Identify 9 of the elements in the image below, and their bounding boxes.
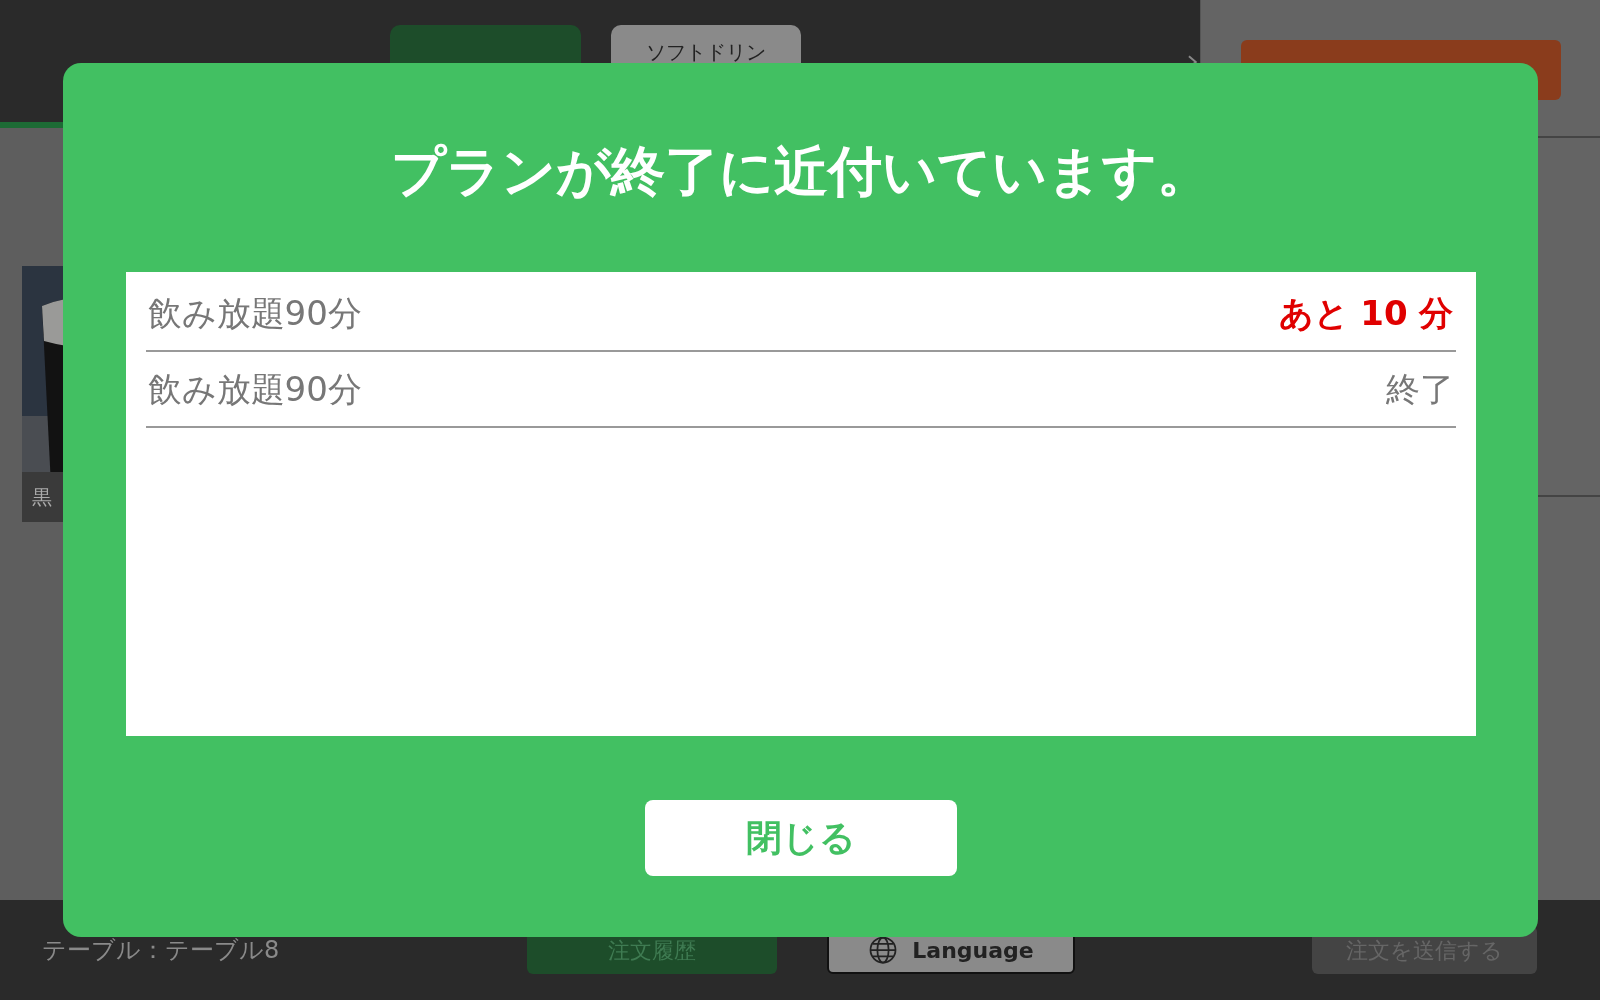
plan-name: 飲み放題90分 bbox=[147, 367, 362, 411]
plan-name: 飲み放題90分 bbox=[147, 291, 362, 335]
plan-status: 終了 bbox=[1385, 367, 1454, 411]
table-label: テーブル：テーブル8 bbox=[42, 935, 281, 966]
dialog-title: プランが終了に近付いています。 bbox=[390, 139, 1211, 205]
globe-icon bbox=[868, 935, 899, 965]
plan-status: あと 10 分 bbox=[1278, 291, 1454, 335]
close-button[interactable]: 閉じる bbox=[644, 800, 957, 876]
menu-item-name: 黒 bbox=[32, 484, 52, 511]
